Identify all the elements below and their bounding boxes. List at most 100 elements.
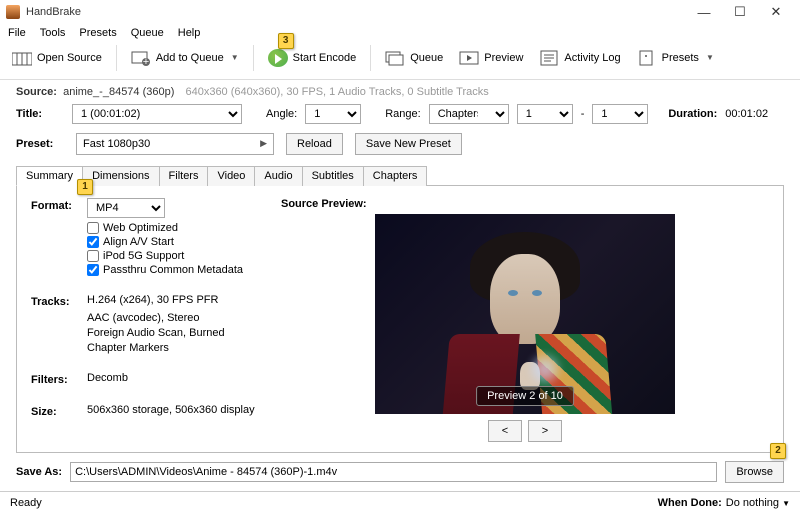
size-label: Size: <box>31 404 87 418</box>
menu-tools[interactable]: Tools <box>40 27 66 39</box>
add-to-queue-button[interactable]: + Add to Queue ▼ <box>125 47 245 69</box>
tabs: Summary Dimensions Filters Video Audio S… <box>16 165 784 186</box>
add-queue-label: Add to Queue <box>156 52 224 64</box>
preview-prev-button[interactable]: < <box>488 420 522 442</box>
tab-audio[interactable]: Audio <box>254 166 302 186</box>
presets-button[interactable]: Presets ▼ <box>631 47 720 69</box>
filters-label: Filters: <box>31 372 87 386</box>
status-ready: Ready <box>10 497 658 509</box>
passthru-checkbox[interactable]: Passthru Common Metadata <box>87 264 281 276</box>
filters-value: Decomb <box>87 372 128 384</box>
duration-value: 00:01:02 <box>725 108 768 120</box>
when-done-label: When Done: <box>658 497 722 509</box>
align-av-checkbox[interactable]: Align A/V Start <box>87 236 281 248</box>
toolbar-separator <box>370 45 371 71</box>
source-preview-label: Source Preview: <box>281 198 367 210</box>
preview-counter: Preview 2 of 10 <box>476 386 574 406</box>
source-details: 640x360 (640x360), 30 FPS, 1 Audio Track… <box>185 86 488 98</box>
app-icon <box>6 5 20 19</box>
open-source-button[interactable]: Open Source <box>6 47 108 69</box>
angle-select[interactable]: 1 <box>305 104 361 124</box>
activity-log-button[interactable]: Activity Log <box>533 47 626 69</box>
title-select[interactable]: 1 (00:01:02) <box>72 104 242 124</box>
annotation-2: 2 <box>770 443 786 459</box>
minimize-button[interactable]: — <box>686 0 722 24</box>
preview-nav: < > <box>488 420 562 442</box>
web-optimized-checkbox[interactable]: Web Optimized <box>87 222 281 234</box>
menu-help[interactable]: Help <box>178 27 201 39</box>
ipod-checkbox[interactable]: iPod 5G Support <box>87 250 281 262</box>
toolbar-separator <box>253 45 254 71</box>
tab-summary[interactable]: Summary <box>16 166 83 186</box>
open-source-label: Open Source <box>37 52 102 64</box>
tab-dimensions[interactable]: Dimensions <box>82 166 159 186</box>
close-button[interactable]: ✕ <box>758 0 794 24</box>
window-title: HandBrake <box>26 6 686 18</box>
summary-left-column: Format: MP4 1 Web Optimized Align A/V St… <box>31 198 281 442</box>
activity-log-icon <box>539 49 559 67</box>
start-encode-button[interactable]: Start Encode 3 <box>262 47 363 69</box>
track-line: Foreign Audio Scan, Burned <box>87 327 281 339</box>
preview-next-button[interactable]: > <box>528 420 562 442</box>
preset-value: Fast 1080p30 <box>83 138 150 150</box>
preset-select[interactable]: Fast 1080p30 ▶ <box>76 133 274 155</box>
chevron-down-icon: ▼ <box>782 499 790 508</box>
maximize-button[interactable]: ☐ <box>722 0 758 24</box>
toolbar-separator <box>116 45 117 71</box>
format-select[interactable]: MP4 <box>87 198 165 218</box>
save-new-preset-button[interactable]: Save New Preset <box>355 133 462 155</box>
presets-icon <box>637 49 657 67</box>
tracks-label: Tracks: <box>31 294 87 308</box>
preset-row: Preset: Fast 1080p30 ▶ Reload Save New P… <box>0 127 800 165</box>
title-label: Title: <box>16 108 64 120</box>
range-dash: - <box>581 108 585 120</box>
range-select[interactable]: Chapters <box>429 104 509 124</box>
browse-button[interactable]: Browse <box>725 461 784 483</box>
reload-button[interactable]: Reload <box>286 133 343 155</box>
track-line: H.264 (x264), 30 FPS PFR <box>87 294 218 306</box>
source-preview-image: Preview 2 of 10 <box>375 214 675 414</box>
source-name: anime_-_84574 (360p) <box>63 86 174 98</box>
duration-label: Duration: <box>668 108 717 120</box>
statusbar: Ready When Done: Do nothing ▼ <box>0 491 800 514</box>
preview-icon <box>459 49 479 67</box>
chevron-right-icon: ▶ <box>260 138 267 149</box>
chevron-down-icon: ▼ <box>231 53 239 62</box>
chapter-to-select[interactable]: 1 <box>592 104 648 124</box>
save-as-row: Save As: Browse 2 <box>0 453 800 491</box>
menu-queue[interactable]: Queue <box>131 27 164 39</box>
queue-label: Queue <box>410 52 443 64</box>
queue-icon <box>385 49 405 67</box>
save-as-label: Save As: <box>16 466 62 478</box>
presets-label: Presets <box>662 52 699 64</box>
open-source-icon <box>12 49 32 67</box>
titlebar: HandBrake — ☐ ✕ <box>0 0 800 25</box>
chapter-from-select[interactable]: 1 <box>517 104 573 124</box>
source-label: Source: <box>16 86 57 98</box>
tab-chapters[interactable]: Chapters <box>363 166 428 186</box>
menu-presets[interactable]: Presets <box>79 27 116 39</box>
activity-log-label: Activity Log <box>564 52 620 64</box>
track-line: Chapter Markers <box>87 342 281 354</box>
track-line: AAC (avcodec), Stereo <box>87 312 281 324</box>
add-queue-icon: + <box>131 49 151 67</box>
tab-subtitles[interactable]: Subtitles <box>302 166 364 186</box>
start-encode-label: Start Encode <box>293 52 357 64</box>
preview-button[interactable]: Preview <box>453 47 529 69</box>
play-icon <box>268 49 288 67</box>
tab-video[interactable]: Video <box>207 166 255 186</box>
chevron-down-icon: ▼ <box>706 53 714 62</box>
preview-label: Preview <box>484 52 523 64</box>
svg-text:+: + <box>143 56 149 66</box>
when-done-select[interactable]: Do nothing ▼ <box>726 497 790 509</box>
save-as-input[interactable] <box>70 462 717 482</box>
annotation-3: 3 <box>278 33 294 49</box>
preset-label: Preset: <box>16 138 64 150</box>
format-label: Format: <box>31 198 87 212</box>
menu-file[interactable]: File <box>8 27 26 39</box>
summary-right-column: Source Preview: Preview 2 of 10 < > <box>281 198 769 442</box>
tab-filters[interactable]: Filters <box>159 166 209 186</box>
menubar: File Tools Presets Queue Help <box>0 25 800 43</box>
queue-button[interactable]: Queue <box>379 47 449 69</box>
range-label: Range: <box>385 108 420 120</box>
